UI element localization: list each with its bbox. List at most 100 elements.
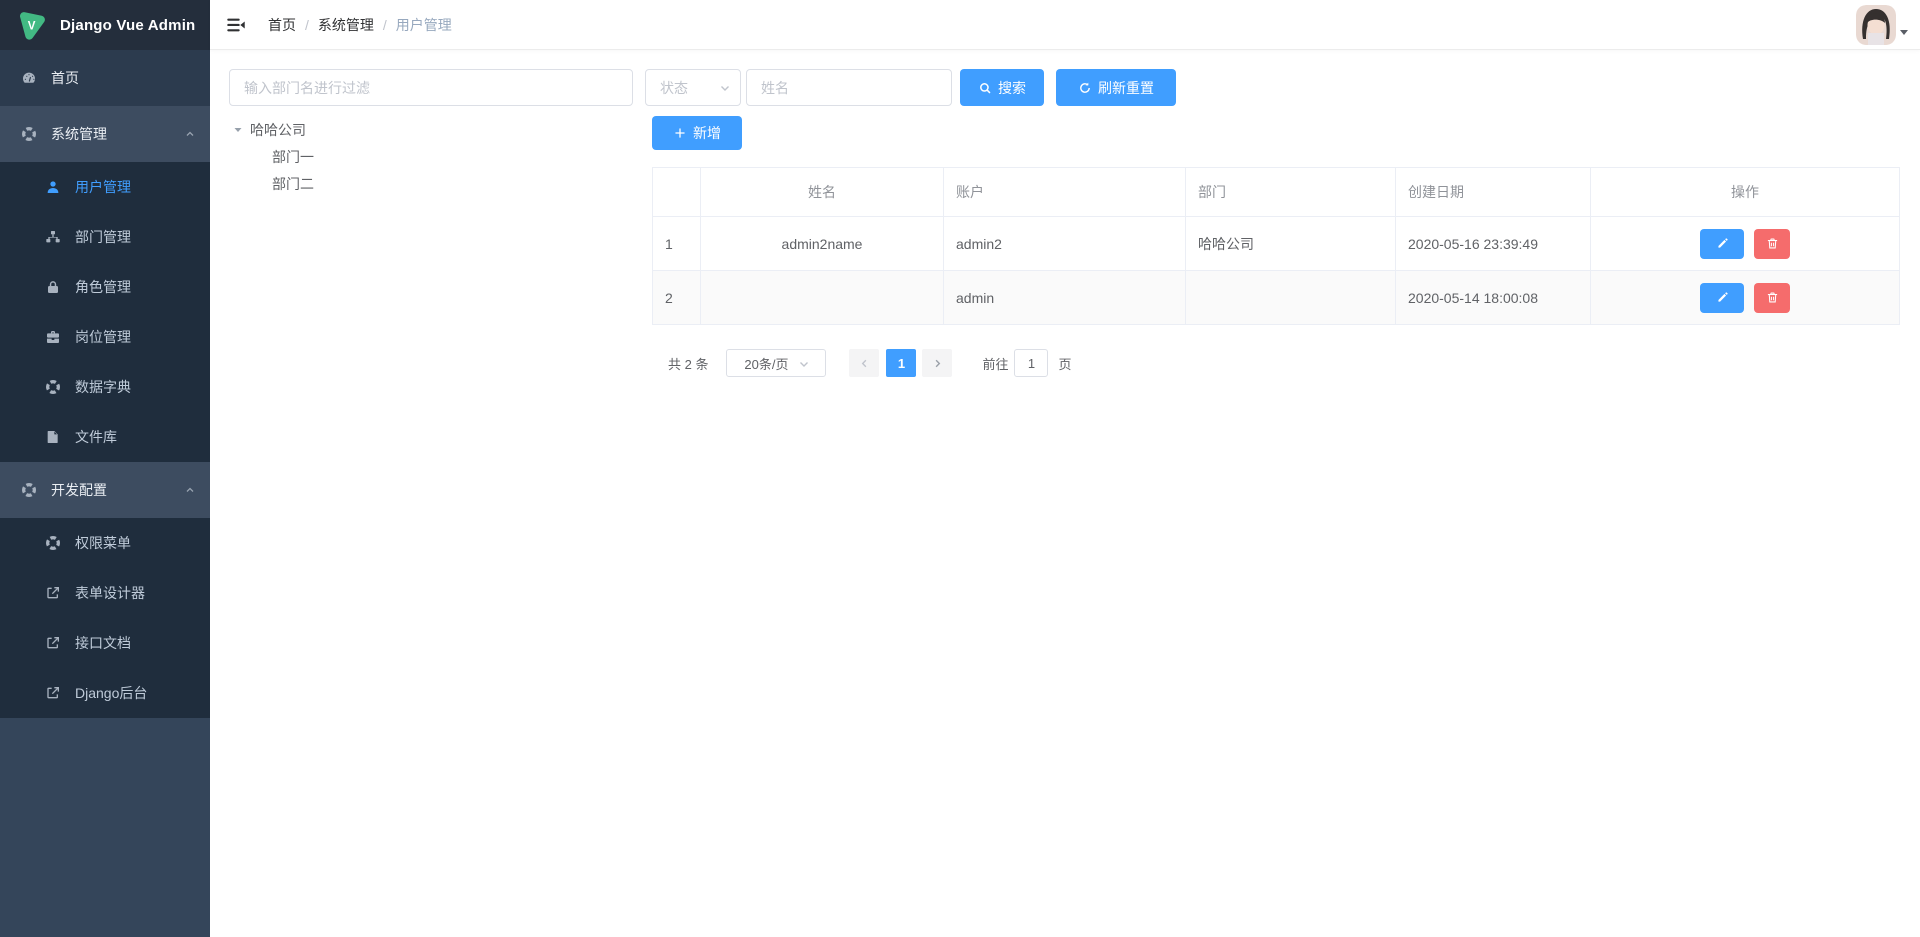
sidebar-collapse-icon[interactable] [225, 14, 247, 36]
document-icon [45, 429, 61, 445]
sidebar-item-files[interactable]: 文件库 [0, 412, 210, 462]
sidebar-item-label: Django后台 [75, 683, 147, 703]
chevron-right-icon [932, 358, 943, 369]
refresh-reset-button-label: 刷新重置 [1098, 78, 1154, 98]
sidebar-item-form-designer[interactable]: 表单设计器 [0, 568, 210, 618]
chevron-down-icon [797, 357, 809, 369]
tree-node-root[interactable]: 哈哈公司 [232, 116, 632, 143]
logo-letter: V [28, 20, 36, 32]
sidebar-item-label: 用户管理 [75, 177, 131, 197]
sitemap-icon [45, 229, 61, 245]
sidebar-item-positions[interactable]: 岗位管理 [0, 312, 210, 362]
sidebar-item-permission-menu[interactable]: 权限菜单 [0, 518, 210, 568]
chevron-left-icon [859, 358, 870, 369]
sidebar-item-label: 数据字典 [75, 377, 131, 397]
trash-icon [1766, 237, 1779, 250]
sidebar-group-dev[interactable]: 开发配置 [0, 462, 210, 518]
row-created: 2020-05-14 18:00:08 [1396, 271, 1591, 325]
name-filter-input[interactable] [746, 69, 952, 106]
sidebar-item-label: 接口文档 [75, 633, 131, 653]
sidebar-item-home[interactable]: 首页 [0, 50, 210, 106]
next-page-button[interactable] [922, 349, 952, 377]
delete-button[interactable] [1754, 283, 1790, 313]
app-title: Django Vue Admin [60, 17, 195, 34]
sidebar-item-departments[interactable]: 部门管理 [0, 212, 210, 262]
sidebar-item-roles[interactable]: 角色管理 [0, 262, 210, 312]
sidebar-item-label: 文件库 [75, 427, 117, 447]
refresh-reset-button[interactable]: 刷新重置 [1056, 69, 1176, 106]
edit-icon [1716, 237, 1729, 250]
submenu-system: 用户管理 部门管理 角色管理 岗位管理 [0, 162, 210, 462]
status-select-placeholder: 状态 [660, 78, 718, 98]
external-link-icon [45, 685, 61, 701]
breadcrumb-system[interactable]: 系统管理 [318, 15, 374, 35]
dept-filter-input[interactable] [229, 69, 633, 106]
sidebar-item-label: 权限菜单 [75, 533, 131, 553]
sidebar-group-label: 系统管理 [51, 124, 107, 144]
logo-bar[interactable]: V Django Vue Admin [0, 0, 210, 50]
tree-node-child[interactable]: 部门一 [232, 143, 632, 170]
component-icon [21, 126, 37, 142]
app-logo-icon: V [16, 9, 48, 41]
chevron-up-icon [184, 484, 196, 496]
sidebar-item-django-backend[interactable]: Django后台 [0, 668, 210, 718]
tree-node-label: 部门二 [272, 174, 314, 194]
component-icon [45, 379, 61, 395]
refresh-icon [1078, 81, 1092, 95]
tree-node-label: 哈哈公司 [250, 120, 306, 140]
row-actions [1591, 271, 1899, 325]
briefcase-icon [45, 329, 61, 345]
breadcrumb-separator: / [383, 17, 387, 33]
column-header-index [653, 168, 701, 217]
edit-button[interactable] [1700, 283, 1744, 313]
goto-page-input[interactable] [1014, 349, 1048, 377]
add-button-label: 新增 [693, 123, 721, 143]
goto-label: 前往 [982, 354, 1008, 373]
user-icon [45, 179, 61, 195]
prev-page-button[interactable] [849, 349, 879, 377]
pagination: 共 2 条 20条/页 1 前往 页 [668, 349, 1072, 377]
caret-down-icon[interactable] [232, 124, 244, 136]
external-link-icon [45, 635, 61, 651]
chevron-down-icon [718, 81, 732, 95]
add-button[interactable]: 新增 [652, 116, 742, 150]
column-header-actions: 操作 [1591, 168, 1899, 217]
sidebar-item-label: 角色管理 [75, 277, 131, 297]
page-size-select[interactable]: 20条/页 [726, 349, 826, 377]
sidebar-item-label: 首页 [51, 68, 79, 88]
sidebar-item-label: 岗位管理 [75, 327, 131, 347]
submenu-dev: 权限菜单 表单设计器 接口文档 Django后台 [0, 518, 210, 718]
delete-button[interactable] [1754, 229, 1790, 259]
sidebar-item-api-docs[interactable]: 接口文档 [0, 618, 210, 668]
sidebar-group-system[interactable]: 系统管理 [0, 106, 210, 162]
row-index: 2 [653, 271, 701, 325]
page-unit-label: 页 [1058, 354, 1071, 373]
breadcrumb-current: 用户管理 [396, 15, 452, 35]
chevron-up-icon [184, 128, 196, 140]
column-header-name: 姓名 [701, 168, 944, 217]
row-account: admin [944, 271, 1186, 325]
sidebar-item-label: 部门管理 [75, 227, 131, 247]
row-name: admin2name [701, 217, 944, 271]
sidebar-item-users[interactable]: 用户管理 [0, 162, 210, 212]
row-created: 2020-05-16 23:39:49 [1396, 217, 1591, 271]
trash-icon [1766, 291, 1779, 304]
breadcrumb-home[interactable]: 首页 [268, 15, 296, 35]
sidebar-item-dictionary[interactable]: 数据字典 [0, 362, 210, 412]
edit-button[interactable] [1700, 229, 1744, 259]
status-select[interactable]: 状态 [645, 69, 741, 106]
lock-icon [45, 279, 61, 295]
page-number-button[interactable]: 1 [886, 349, 916, 377]
component-icon [21, 482, 37, 498]
top-navbar: 首页 / 系统管理 / 用户管理 [210, 0, 1920, 50]
caret-down-icon [1900, 30, 1908, 35]
tree-node-child[interactable]: 部门二 [232, 170, 632, 197]
search-button[interactable]: 搜索 [960, 69, 1044, 106]
user-menu[interactable] [1856, 5, 1908, 45]
breadcrumb-separator: / [305, 17, 309, 33]
edit-icon [1716, 291, 1729, 304]
plus-icon [673, 126, 687, 140]
search-icon [978, 81, 992, 95]
row-account: admin2 [944, 217, 1186, 271]
sidebar-item-label: 表单设计器 [75, 583, 145, 603]
